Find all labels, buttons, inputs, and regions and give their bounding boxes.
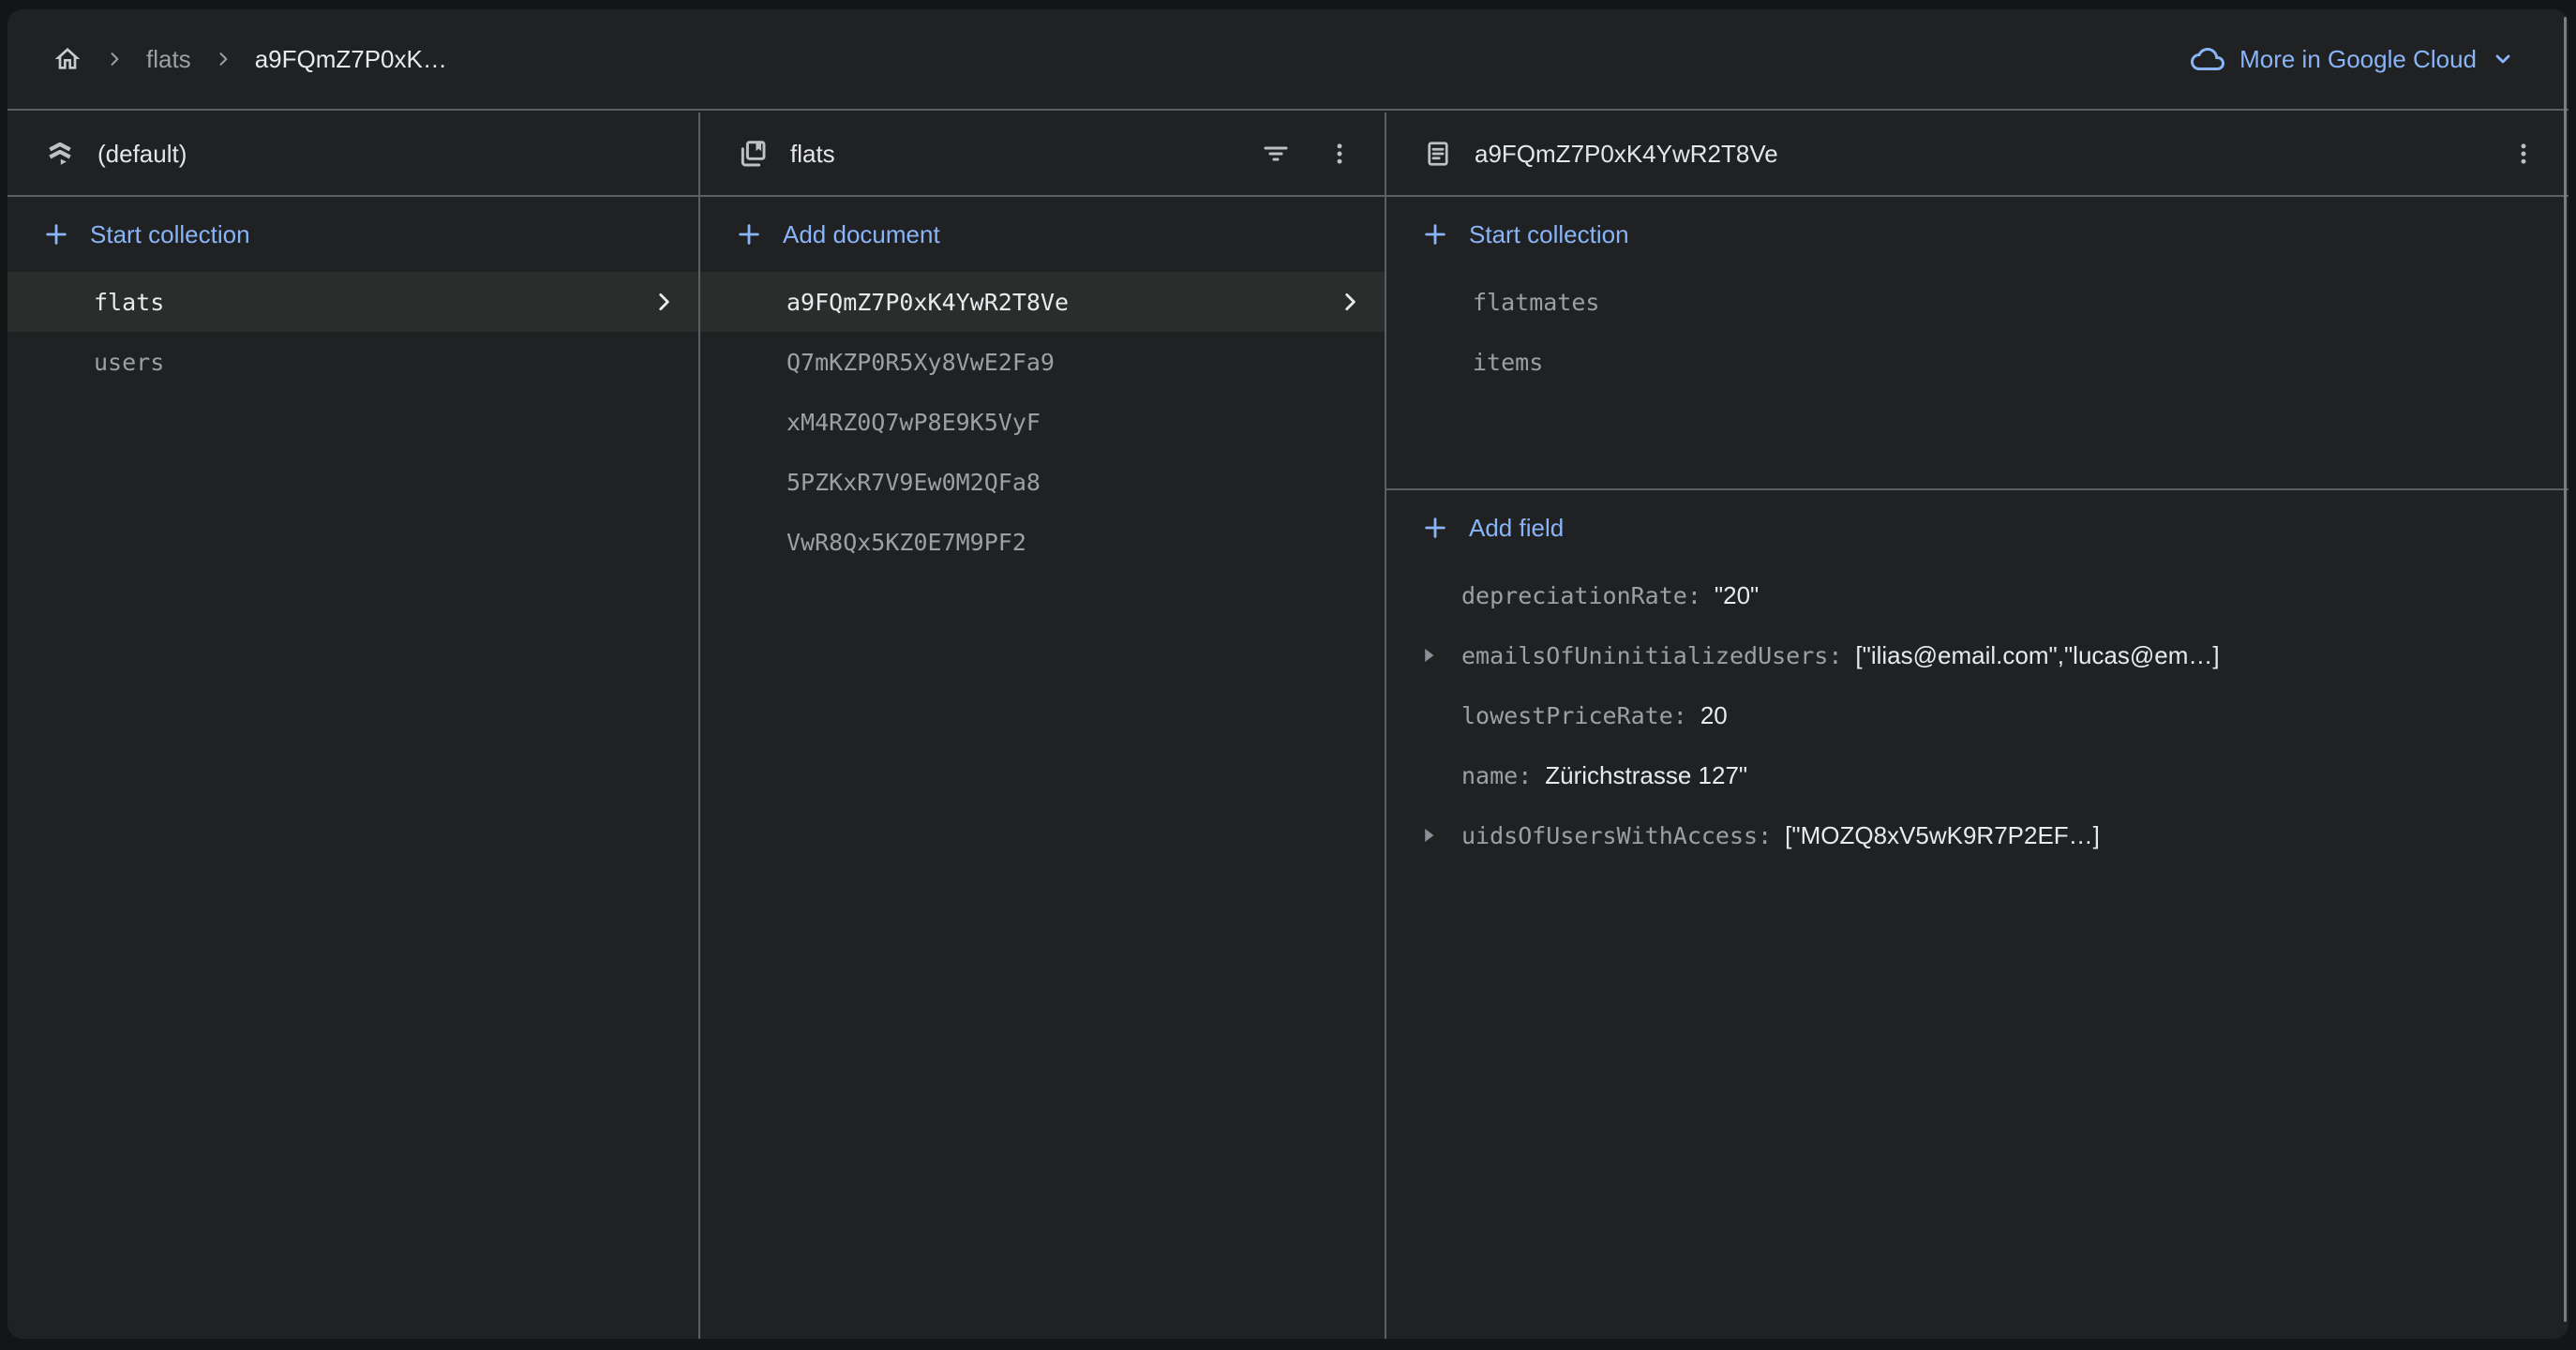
add-document-label: Add document <box>783 220 940 249</box>
document-panel: a9FQmZ7P0xK4YwR2T8Ve Start collection fl… <box>1386 112 2569 1339</box>
plus-icon <box>1422 221 1448 248</box>
chevron-right-icon <box>214 50 232 68</box>
subcollection-item-label: flatmates <box>1473 289 1599 316</box>
document-item-label: 5PZKxR7V9Ew0M2QFa8 <box>786 469 1041 496</box>
filter-icon <box>1261 139 1291 169</box>
collection-item-label: flats <box>94 289 164 316</box>
field-row: emailsOfUninitializedUsers: ["ilias@email… <box>1386 625 2569 685</box>
home-button[interactable] <box>52 44 82 74</box>
collection-panel: flats Add document a9 <box>700 112 1386 1339</box>
collection-item-label: users <box>94 349 164 376</box>
start-collection-label: Start collection <box>90 220 250 249</box>
collection-item[interactable]: flats <box>7 272 698 332</box>
breadcrumb-collection[interactable]: flats <box>146 45 191 74</box>
kebab-menu-icon <box>2510 141 2537 167</box>
field-row: uidsOfUsersWithAccess: ["MOZQ8xV5wK9R7P2E… <box>1386 805 2569 865</box>
add-field-button[interactable]: Add field <box>1386 490 2569 565</box>
breadcrumb: flats a9FQmZ7P0xK… <box>52 44 447 74</box>
home-icon <box>52 44 82 74</box>
document-item-label: xM4RZ0Q7wP8E9K5VyF <box>786 409 1041 436</box>
spacer <box>1386 392 2569 488</box>
field-value: 20 <box>1700 701 1728 730</box>
field-value: ["MOZQ8xV5wK9R7P2EF…] <box>1785 821 2100 850</box>
chevron-down-icon <box>2492 48 2514 70</box>
add-field-label: Add field <box>1469 514 1564 543</box>
doc-start-collection-button[interactable]: Start collection <box>1386 197 2569 272</box>
field-row: name: Zürichstrasse 127" <box>1386 745 2569 805</box>
document-item-label: a9FQmZ7P0xK4YwR2T8Ve <box>786 289 1069 316</box>
collection-item[interactable]: users <box>7 332 698 392</box>
plus-icon <box>736 221 762 248</box>
field-key: name: <box>1461 762 1532 789</box>
add-document-button[interactable]: Add document <box>700 197 1385 272</box>
document-icon <box>1424 140 1452 168</box>
field-row: lowestPriceRate: 20 <box>1386 685 2569 745</box>
documents-list: a9FQmZ7P0xK4YwR2T8Ve Q7mKZP0R5Xy8VwE2Fa9 x… <box>700 272 1385 572</box>
document-item[interactable]: a9FQmZ7P0xK4YwR2T8Ve <box>700 272 1385 332</box>
fields-list: depreciationRate: "20" emailsOfUninitializ… <box>1386 565 2569 865</box>
document-panel-header: a9FQmZ7P0xK4YwR2T8Ve <box>1386 112 2569 197</box>
top-bar: flats a9FQmZ7P0xK… More in Google Cloud <box>7 9 2569 111</box>
more-in-google-cloud-button[interactable]: More in Google Cloud <box>2191 42 2514 76</box>
chevron-right-icon <box>651 290 676 314</box>
start-collection-button[interactable]: Start collection <box>7 197 698 272</box>
database-title: (default) <box>97 140 187 169</box>
field-row: depreciationRate: "20" <box>1386 565 2569 625</box>
filter-button[interactable] <box>1255 133 1296 174</box>
document-item[interactable]: Q7mKZP0R5Xy8VwE2Fa9 <box>700 332 1385 392</box>
expand-icon[interactable] <box>1416 823 1441 848</box>
firestore-console-window: flats a9FQmZ7P0xK… More in Google Cloud <box>7 9 2569 1339</box>
chevron-right-icon <box>1338 290 1362 314</box>
subcollection-item[interactable]: flatmates <box>1386 272 2569 332</box>
document-menu-button[interactable] <box>2503 133 2544 174</box>
panels-container: (default) Start collection flats users <box>7 112 2569 1339</box>
subcollection-item-label: items <box>1473 349 1543 376</box>
field-key: emailsOfUninitializedUsers: <box>1461 642 1842 669</box>
collection-menu-button[interactable] <box>1319 133 1360 174</box>
subcollections-list: flatmates items <box>1386 272 2569 392</box>
collection-icon <box>738 139 768 169</box>
document-item-label: VwR8Qx5KZ0E7M9PF2 <box>786 529 1026 556</box>
more-in-google-cloud-label: More in Google Cloud <box>2239 45 2477 74</box>
collections-list: flats users <box>7 272 698 392</box>
document-title: a9FQmZ7P0xK4YwR2T8Ve <box>1475 140 1778 169</box>
document-item[interactable]: xM4RZ0Q7wP8E9K5VyF <box>700 392 1385 452</box>
plus-icon <box>43 221 69 248</box>
chevron-right-icon <box>105 50 124 68</box>
breadcrumb-document[interactable]: a9FQmZ7P0xK… <box>255 45 447 74</box>
collection-title: flats <box>790 140 835 169</box>
cloud-icon <box>2191 42 2224 76</box>
field-key: uidsOfUsersWithAccess: <box>1461 822 1772 849</box>
document-item[interactable]: 5PZKxR7V9Ew0M2QFa8 <box>700 452 1385 512</box>
subcollection-item[interactable]: items <box>1386 332 2569 392</box>
expand-icon[interactable] <box>1416 643 1441 668</box>
database-panel-header: (default) <box>7 112 698 197</box>
field-key: lowestPriceRate: <box>1461 702 1687 729</box>
field-value: "20" <box>1715 581 1759 610</box>
kebab-menu-icon <box>1326 141 1353 167</box>
plus-icon <box>1422 515 1448 541</box>
firestore-database-icon <box>45 139 75 169</box>
field-value: ["ilias@email.com","lucas@em…] <box>1855 641 2219 670</box>
field-key: depreciationRate: <box>1461 582 1701 609</box>
document-item-label: Q7mKZP0R5Xy8VwE2Fa9 <box>786 349 1055 376</box>
scrollbar[interactable] <box>2564 17 2567 1322</box>
document-item[interactable]: VwR8Qx5KZ0E7M9PF2 <box>700 512 1385 572</box>
database-panel: (default) Start collection flats users <box>7 112 700 1339</box>
field-value: Zürichstrasse 127" <box>1545 761 1747 790</box>
doc-start-collection-label: Start collection <box>1469 220 1629 249</box>
collection-panel-header: flats <box>700 112 1385 197</box>
